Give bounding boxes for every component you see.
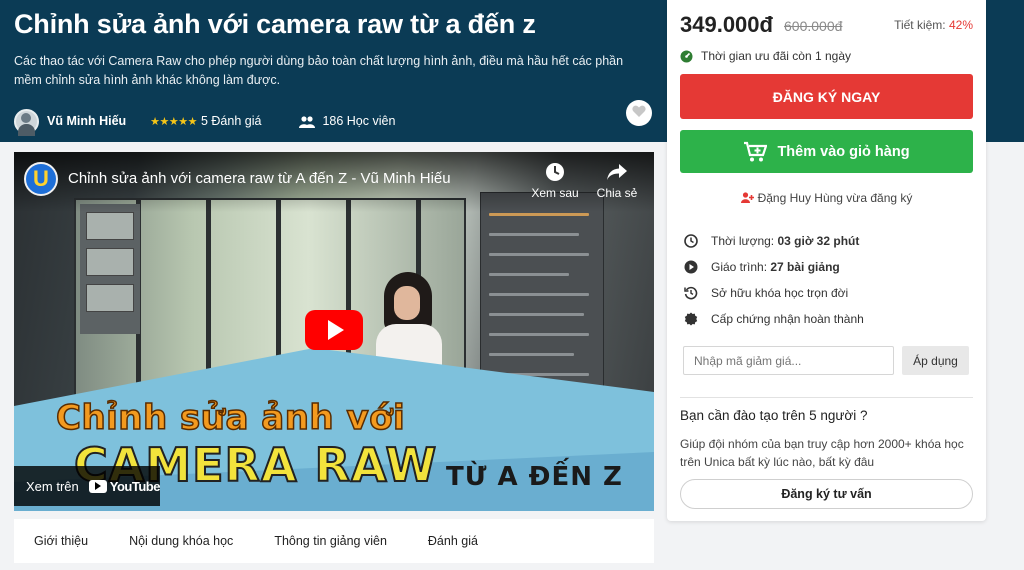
- register-now-button[interactable]: ĐĂNG KÝ NGAY: [680, 74, 973, 119]
- course-tabs: Giới thiệu Nội dung khóa học Thông tin g…: [14, 519, 654, 563]
- team-training-description: Giúp đội nhóm của bạn truy cập hơn 2000+…: [680, 437, 964, 469]
- feature-lifetime-access: Sở hữu khóa học trọn đời: [684, 280, 864, 306]
- apply-coupon-button[interactable]: Áp dụng: [902, 346, 969, 375]
- feature-lessons: Giáo trình: 27 bài giảng: [684, 254, 864, 280]
- user-plus-icon: [740, 192, 754, 203]
- channel-logo[interactable]: U: [24, 162, 58, 196]
- certificate-icon: [684, 312, 698, 326]
- course-title: Chỉnh sửa ảnh với camera raw từ a đến z: [14, 9, 536, 39]
- tab-reviews[interactable]: Đánh giá: [428, 534, 478, 548]
- consultation-signup-button[interactable]: Đăng ký tư vấn: [680, 479, 973, 509]
- clock-icon: [684, 234, 698, 248]
- gauge-icon: [680, 50, 693, 63]
- student-count: 186 Học viên: [322, 114, 396, 128]
- add-to-cart-button[interactable]: Thêm vào giỏ hàng: [680, 130, 973, 173]
- watch-on-youtube-button[interactable]: Xem trên YouTube: [14, 466, 160, 506]
- youtube-logo-icon: YouTube: [88, 479, 160, 494]
- thumbnail-text-line3: TỪ A ĐẾN Z: [446, 462, 623, 492]
- users-icon: [299, 115, 316, 128]
- course-meta: Vũ Minh Hiếu ★★★★★ 5 Đánh giá 186 Học vi…: [14, 108, 396, 136]
- discount-percent: 42%: [948, 18, 973, 32]
- current-price: 349.000đ: [680, 12, 773, 37]
- promo-countdown: Thời gian ưu đãi còn 1 ngày: [680, 49, 851, 63]
- thumbnail-text-line1: Chỉnh sửa ảnh với: [55, 397, 406, 439]
- original-price: 600.000đ: [784, 18, 843, 34]
- rating-stars: ★★★★★: [150, 115, 197, 128]
- tab-introduction[interactable]: Giới thiệu: [34, 534, 88, 548]
- savings: Tiết kiệm: 42%: [894, 18, 973, 32]
- coupon-input[interactable]: [683, 346, 894, 375]
- feature-certificate: Cấp chứng nhận hoàn thành: [684, 306, 864, 332]
- feature-duration: Thời lượng: 03 giờ 32 phút: [684, 228, 864, 254]
- watch-later-button[interactable]: Xem sau: [530, 162, 580, 200]
- play-button[interactable]: [305, 310, 363, 350]
- tab-instructor-info[interactable]: Thông tin giảng viên: [274, 534, 387, 548]
- play-icon: [328, 320, 344, 340]
- wishlist-button[interactable]: [626, 100, 652, 126]
- share-arrow-icon: [592, 162, 642, 182]
- team-training-title: Bạn cần đào tạo trên 5 người ?: [680, 408, 868, 423]
- recent-signup-notice: Đặng Huy Hùng vừa đăng ký: [667, 191, 986, 205]
- author-name[interactable]: Vũ Minh Hiếu: [47, 114, 126, 128]
- video-title[interactable]: Chỉnh sửa ảnh với camera raw từ A đến Z …: [68, 170, 451, 187]
- author-avatar[interactable]: [14, 108, 39, 136]
- course-features: Thời lượng: 03 giờ 32 phút Giáo trình: 2…: [684, 228, 864, 332]
- share-button[interactable]: Chia sẻ: [592, 162, 642, 200]
- cart-plus-icon: [743, 141, 768, 163]
- divider: [680, 397, 973, 398]
- heart-icon: [632, 105, 646, 121]
- history-icon: [684, 286, 698, 300]
- clock-icon: [530, 162, 580, 182]
- play-circle-icon: [684, 260, 698, 274]
- course-video-player[interactable]: Chỉnh sửa ảnh với CAMERA RAW TỪ A ĐẾN Z …: [14, 152, 654, 511]
- course-description: Các thao tác với Camera Raw cho phép ngư…: [14, 54, 624, 87]
- tab-course-content[interactable]: Nội dung khóa học: [129, 534, 233, 548]
- purchase-sidebar: 349.000đ 600.000đ Tiết kiệm: 42% Thời gi…: [667, 0, 986, 521]
- review-count[interactable]: 5 Đánh giá: [201, 114, 261, 128]
